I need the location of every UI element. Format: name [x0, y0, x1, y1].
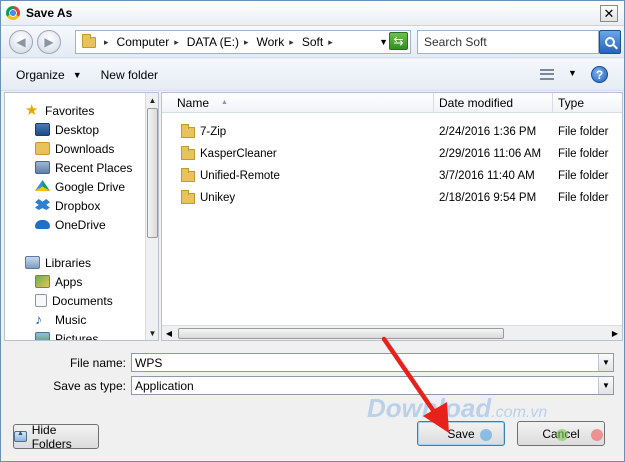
breadcrumb-data-e[interactable]: DATA (E:) ▸	[187, 35, 253, 49]
table-row[interactable]: 7-Zip 2/24/2016 1:36 PM File folder	[162, 121, 622, 143]
breadcrumb-computer[interactable]: Computer ▸	[117, 35, 183, 49]
scroll-down-icon[interactable]: ▼	[146, 326, 158, 340]
new-folder-button[interactable]: New folder	[101, 68, 158, 82]
file-date: 3/7/2016 11:40 AM	[439, 170, 535, 182]
hide-folders-icon	[14, 430, 27, 442]
file-name: Unikey	[200, 192, 236, 204]
chevron-down-icon: ▼	[72, 69, 82, 80]
red-arrow-annotation	[381, 336, 449, 433]
nav-item-downloads[interactable]: Downloads	[35, 139, 114, 158]
file-type: File folder	[558, 126, 609, 138]
file-date: 2/24/2016 1:36 PM	[439, 126, 537, 138]
folder-icon	[181, 123, 195, 138]
chevron-down-icon[interactable]: ▼	[568, 68, 577, 78]
nav-item-documents[interactable]: Documents	[35, 291, 113, 310]
scroll-up-icon[interactable]: ▲	[146, 93, 158, 107]
search-input[interactable]: Search Soft	[417, 30, 599, 54]
scroll-left-icon[interactable]: ◀	[162, 326, 176, 340]
star-icon: ★	[25, 102, 39, 119]
address-bar[interactable]: ▸ Computer ▸ DATA (E:) ▸ Work ▸ Soft ▸ ▼	[75, 30, 411, 54]
nav-item-pictures[interactable]: Pictures	[35, 329, 98, 340]
table-row[interactable]: Unified-Remote 3/7/2016 11:40 AM File fo…	[162, 165, 622, 187]
organize-button[interactable]: Organize ▼	[16, 68, 82, 82]
dropbox-icon	[35, 199, 50, 211]
onedrive-icon	[35, 220, 50, 229]
downloads-icon	[35, 142, 50, 155]
view-options-icon[interactable]	[540, 69, 554, 80]
nav-item-dropbox[interactable]: Dropbox	[35, 196, 100, 215]
window-title: Save As	[26, 6, 73, 20]
scroll-right-icon[interactable]: ▶	[608, 326, 622, 340]
forward-button[interactable]: ▶	[37, 30, 61, 54]
nav-item-desktop[interactable]: Desktop	[35, 120, 99, 139]
decorative-dot	[480, 429, 492, 441]
folder-icon	[181, 189, 195, 204]
nav-item-google-drive[interactable]: Google Drive	[35, 177, 125, 196]
close-button[interactable]: ✕	[600, 5, 618, 22]
refresh-button[interactable]: ⇆	[389, 32, 408, 50]
documents-icon	[35, 294, 47, 307]
file-name-label: File name:	[69, 356, 126, 370]
decorative-dot	[556, 429, 568, 441]
table-row[interactable]: Unikey 2/18/2016 9:54 PM File folder	[162, 187, 622, 209]
nav-libraries[interactable]: Libraries	[25, 253, 91, 272]
navigation-pane: ★ Favorites Desktop Downloads Recent Pla…	[4, 92, 159, 341]
back-button[interactable]: ◀	[9, 30, 33, 54]
search-placeholder: Search Soft	[424, 35, 487, 49]
nav-item-music[interactable]: ♪ Music	[35, 310, 86, 329]
folder-icon	[181, 145, 195, 160]
title-bar: Save As ✕	[1, 1, 624, 26]
folder-icon	[82, 33, 96, 48]
column-header-name[interactable]: Name ▲	[162, 93, 434, 113]
apps-icon	[35, 275, 50, 288]
file-name-field[interactable]: WPS	[131, 353, 614, 372]
chevron-right-icon[interactable]: ▸	[104, 37, 109, 48]
save-as-type-label: Save as type:	[53, 379, 126, 393]
file-type: File folder	[558, 148, 609, 160]
file-name-value: WPS	[135, 355, 163, 370]
chrome-icon	[6, 6, 20, 20]
music-icon: ♪	[35, 311, 42, 327]
file-type: File folder	[558, 192, 609, 204]
file-type: File folder	[558, 170, 609, 182]
column-header-date[interactable]: Date modified	[434, 93, 553, 113]
file-date: 2/29/2016 11:06 AM	[439, 148, 542, 160]
hide-folders-button[interactable]: Hide Folders	[13, 423, 99, 451]
pictures-icon	[35, 332, 50, 340]
breadcrumb-soft[interactable]: Soft ▸	[302, 35, 337, 49]
file-name: Unified-Remote	[200, 170, 280, 182]
command-bar: Organize ▼ New folder ▼ ?	[1, 59, 624, 91]
breadcrumb-work[interactable]: Work ▸	[257, 35, 298, 49]
desktop-icon	[35, 123, 50, 136]
column-header-type[interactable]: Type	[553, 93, 622, 113]
chevron-down-icon[interactable]: ▼	[598, 354, 613, 371]
file-name: KasperCleaner	[200, 148, 277, 160]
address-row: ◀ ▶ ▸ Computer ▸ DATA (E:) ▸ Work ▸ Soft ▸ ▼…	[1, 26, 624, 58]
help-icon[interactable]: ?	[591, 66, 608, 83]
file-date: 2/18/2016 9:54 PM	[439, 192, 537, 204]
save-as-type-value: Application	[135, 378, 194, 393]
nav-item-apps[interactable]: Apps	[35, 272, 82, 291]
sort-ascending-icon: ▲	[221, 99, 228, 106]
decorative-dot	[591, 429, 603, 441]
scroll-thumb[interactable]	[147, 108, 158, 238]
chevron-down-icon[interactable]: ▼	[379, 37, 388, 47]
chevron-down-icon[interactable]: ▼	[598, 377, 613, 394]
search-icon	[605, 37, 615, 47]
recent-places-icon	[35, 161, 50, 174]
save-as-dialog: Save As ✕ ◀ ▶ ▸ Computer ▸ DATA (E:) ▸ Wor…	[0, 0, 625, 462]
search-button[interactable]	[599, 30, 621, 54]
nav-vertical-scrollbar[interactable]: ▲ ▼	[145, 93, 158, 340]
file-name: 7-Zip	[200, 126, 227, 138]
nav-favorites[interactable]: ★ Favorites	[25, 101, 94, 120]
nav-item-recent-places[interactable]: Recent Places	[35, 158, 132, 177]
nav-item-onedrive[interactable]: OneDrive	[35, 215, 106, 234]
file-list: Name ▲ Date modified Type 7-Zip 2/24/2016…	[161, 92, 623, 341]
libraries-icon	[25, 256, 40, 269]
folder-icon	[181, 167, 195, 182]
table-row[interactable]: KasperCleaner 2/29/2016 11:06 AM File fo…	[162, 143, 622, 165]
google-drive-icon	[35, 180, 50, 192]
